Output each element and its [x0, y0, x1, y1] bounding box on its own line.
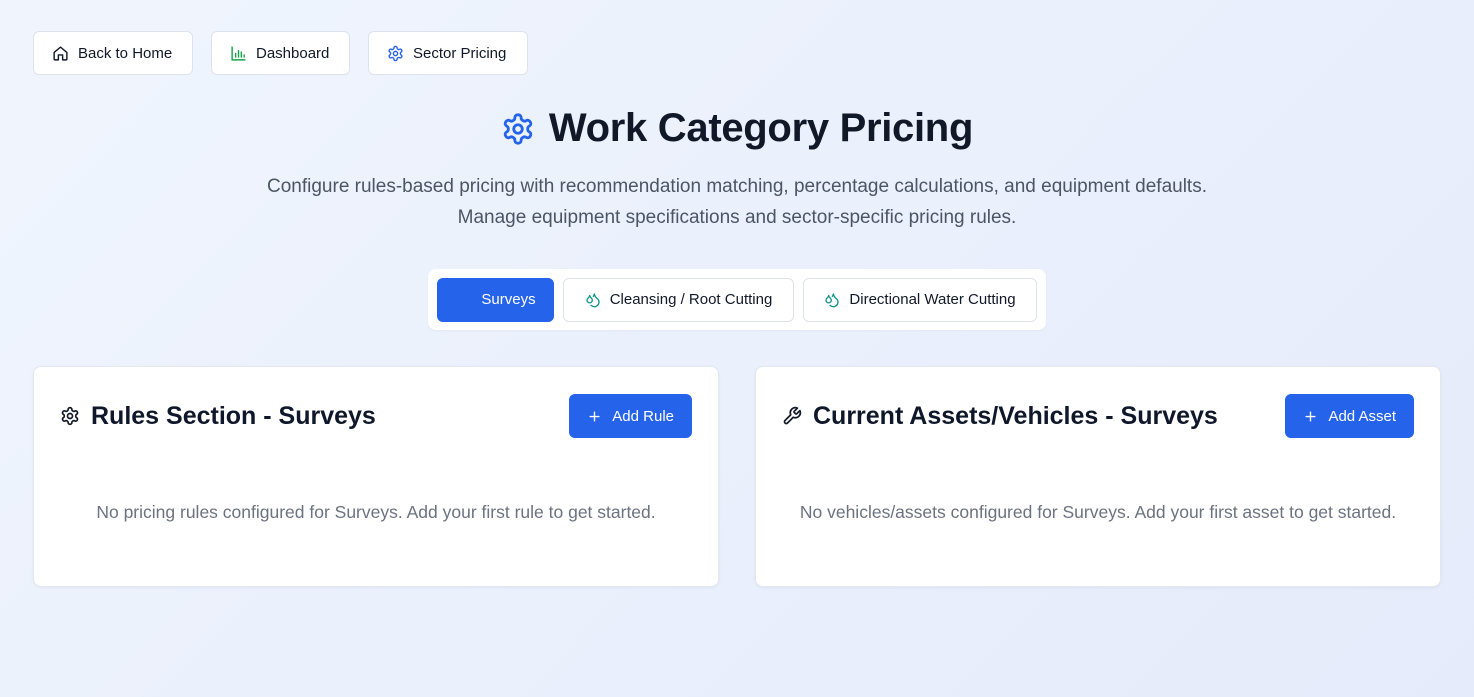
page-subtitle: Configure rules-based pricing with recom…	[0, 171, 1474, 233]
add-rule-label: Add Rule	[612, 407, 674, 425]
gear-icon	[388, 45, 403, 61]
wrench-icon	[783, 406, 802, 425]
back-to-home-button[interactable]: Back to Home	[33, 31, 193, 75]
rules-empty-state: No pricing rules configured for Surveys.…	[96, 502, 656, 522]
page-header: Work Category Pricing Configure rules-ba…	[0, 106, 1474, 233]
assets-section-title: Current Assets/Vehicles - Surveys	[813, 401, 1218, 430]
rules-section-title: Rules Section - Surveys	[91, 401, 376, 430]
assets-title-wrap: Current Assets/Vehicles - Surveys	[782, 402, 1218, 431]
gear-icon	[503, 112, 533, 145]
gear-icon	[61, 406, 79, 426]
back-to-home-label: Back to Home	[78, 44, 173, 62]
sector-pricing-label: Sector Pricing	[413, 44, 507, 62]
plus-icon	[1305, 410, 1317, 422]
droplets-icon	[586, 292, 600, 307]
dashboard-label: Dashboard	[256, 44, 330, 62]
top-navigation: Back to Home Dashboard Sector Pricing	[33, 31, 528, 75]
rules-card-header: Rules Section - Surveys Add Rule	[60, 394, 692, 438]
title-row: Work Category Pricing	[0, 106, 1474, 151]
dashboard-button[interactable]: Dashboard	[211, 31, 350, 75]
add-rule-button[interactable]: Add Rule	[569, 394, 692, 438]
category-tabs: Surveys Cleansing / Root Cutting Directi…	[428, 269, 1046, 330]
add-asset-label: Add Asset	[1328, 407, 1396, 425]
rules-section-card: Rules Section - Surveys Add Rule No pric…	[33, 366, 719, 587]
tab-directional-label: Directional Water Cutting	[849, 291, 1016, 308]
tab-surveys-label: Surveys	[481, 291, 536, 308]
add-asset-button[interactable]: Add Asset	[1285, 394, 1414, 438]
droplets-icon	[825, 292, 840, 307]
subtitle-line-1: Configure rules-based pricing with recom…	[267, 176, 1207, 197]
page-title: Work Category Pricing	[548, 106, 974, 150]
tab-surveys[interactable]: Surveys	[437, 277, 554, 322]
assets-section-card: Current Assets/Vehicles - Surveys Add As…	[755, 366, 1441, 587]
tab-cleansing-root-cutting[interactable]: Cleansing / Root Cutting	[563, 277, 794, 322]
home-icon	[53, 45, 68, 61]
assets-card-header: Current Assets/Vehicles - Surveys Add As…	[782, 394, 1414, 438]
subtitle-line-2: Manage equipment specifications and sect…	[457, 207, 1017, 228]
tab-cleansing-label: Cleansing / Root Cutting	[609, 291, 773, 308]
sector-pricing-button[interactable]: Sector Pricing	[368, 31, 528, 75]
bar-chart-icon	[231, 45, 246, 61]
assets-empty-state: No vehicles/assets configured for Survey…	[799, 502, 1397, 522]
rules-title-wrap: Rules Section - Surveys	[60, 402, 376, 431]
plus-icon	[589, 410, 600, 422]
tab-directional-water-cutting[interactable]: Directional Water Cutting	[803, 277, 1037, 322]
